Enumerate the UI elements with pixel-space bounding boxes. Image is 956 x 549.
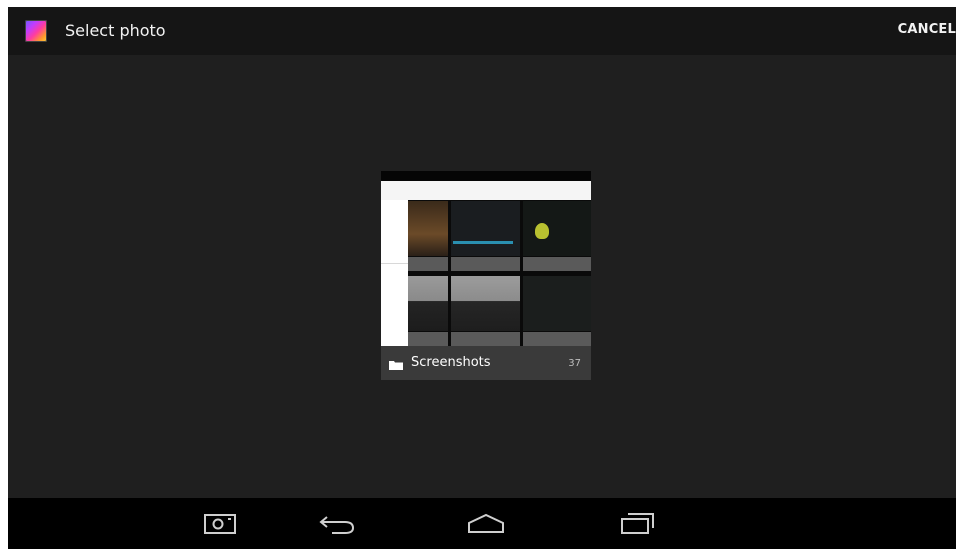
thumbnail-cell <box>523 276 591 331</box>
thumbnail-caption <box>408 257 448 271</box>
thumbnail-cell <box>523 201 591 256</box>
screen: Select photo CANCEL Screenshots 37 <box>8 7 956 549</box>
album-name: Screenshots <box>411 355 491 370</box>
thumbnail-caption <box>451 332 520 346</box>
page-title: Select photo <box>65 21 166 40</box>
thumbnail-cell <box>451 276 520 331</box>
album-count: 37 <box>568 358 581 369</box>
back-icon[interactable] <box>318 511 358 537</box>
thumbnail-sidebar <box>381 200 408 346</box>
home-icon[interactable] <box>466 511 506 535</box>
camera-icon[interactable] <box>203 511 237 535</box>
album-tile[interactable]: Screenshots 37 <box>381 171 591 380</box>
thumbnail-caption <box>523 257 591 271</box>
thumbnail-cell <box>451 201 520 256</box>
cancel-button[interactable]: CANCEL <box>898 22 956 37</box>
gallery-icon[interactable] <box>25 20 47 42</box>
folder-icon <box>389 361 403 370</box>
thumbnail-caption <box>523 332 591 346</box>
thumbnail-cell <box>408 201 448 256</box>
recent-apps-icon[interactable] <box>618 511 658 537</box>
navigation-bar <box>8 498 956 549</box>
thumbnail-top-edge <box>381 171 591 181</box>
action-bar: Select photo CANCEL <box>8 7 956 55</box>
thumbnail-cell <box>408 276 448 331</box>
thumbnail-header <box>381 181 591 200</box>
thumbnail-caption <box>408 332 448 346</box>
thumbnail-caption <box>451 257 520 271</box>
album-label-bar: Screenshots 37 <box>381 346 591 380</box>
